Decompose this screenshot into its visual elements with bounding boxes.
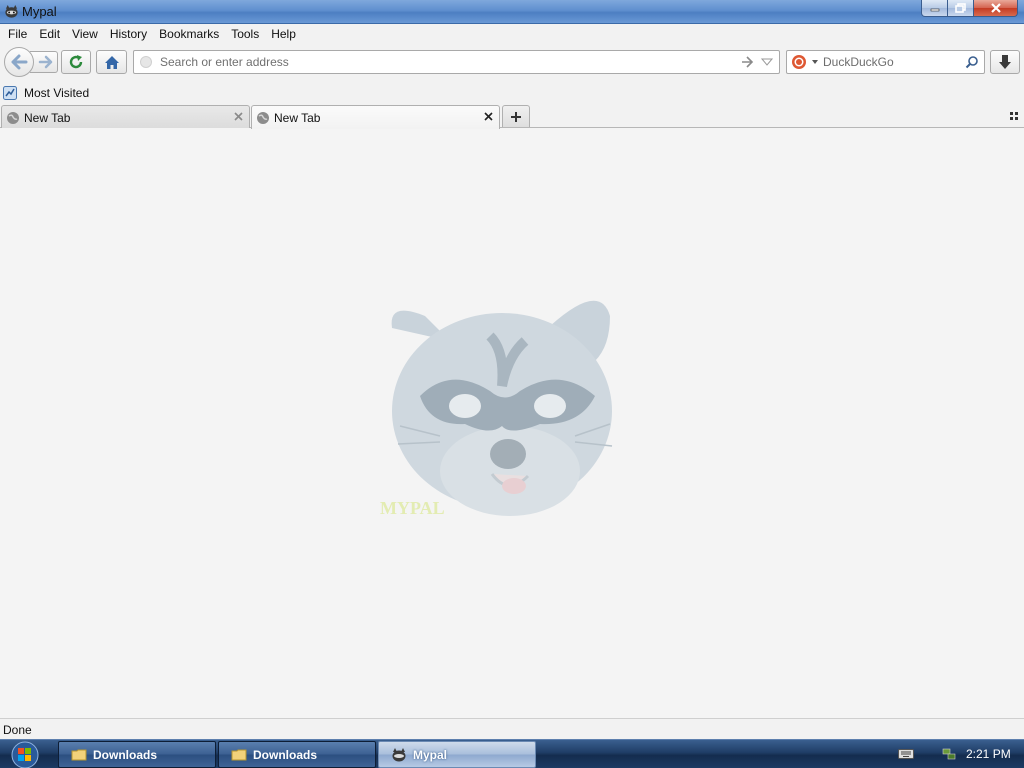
- globe-icon: [7, 112, 19, 124]
- taskbar-label: Downloads: [253, 747, 318, 762]
- mypal-app-icon: [392, 747, 406, 761]
- keyboard-icon[interactable]: [898, 748, 914, 760]
- close-icon: [483, 111, 493, 121]
- search-bar: [786, 50, 985, 74]
- site-identity-icon[interactable]: [140, 56, 152, 68]
- go-arrow-icon[interactable]: [741, 55, 755, 69]
- restore-icon: [955, 3, 966, 13]
- folder-icon: [71, 749, 87, 760]
- title-bar: Mypal: [0, 0, 1024, 24]
- tab-label: New Tab: [24, 111, 71, 125]
- window-title: Mypal: [22, 4, 57, 19]
- tab-new-tab-1[interactable]: New Tab: [1, 105, 250, 128]
- tab-strip: New Tab New Tab: [0, 104, 1024, 129]
- taskbar-downloads-2[interactable]: Downloads: [218, 741, 376, 768]
- start-button[interactable]: [6, 740, 44, 768]
- tab-close-button[interactable]: [231, 109, 245, 123]
- downloads-button[interactable]: [990, 50, 1020, 74]
- network-icon[interactable]: [941, 746, 957, 762]
- most-visited-folder-icon: [3, 86, 17, 100]
- mypal-app-icon: [5, 4, 18, 18]
- globe-icon: [257, 112, 269, 124]
- minimize-icon: [930, 8, 939, 12]
- raccoon-logo-icon: MYPAL: [380, 300, 613, 518]
- new-tab-button[interactable]: [502, 105, 530, 127]
- navigation-toolbar: [0, 44, 1024, 82]
- reload-button[interactable]: [61, 50, 91, 74]
- bookmark-most-visited[interactable]: Most Visited: [3, 84, 89, 102]
- home-icon: [104, 55, 119, 69]
- plus-icon: [511, 111, 521, 122]
- menu-help[interactable]: Help: [265, 24, 302, 44]
- folder-icon: [231, 749, 247, 760]
- menu-view[interactable]: View: [66, 24, 104, 44]
- menu-edit[interactable]: Edit: [33, 24, 66, 44]
- back-forward-group: [4, 47, 58, 77]
- home-button[interactable]: [96, 50, 127, 74]
- back-button[interactable]: [4, 47, 34, 77]
- download-arrow-icon: [999, 55, 1011, 69]
- close-icon: [233, 111, 243, 121]
- close-window-button[interactable]: [974, 0, 1018, 17]
- minimize-button[interactable]: [921, 0, 948, 17]
- mypal-wordmark: MYPAL: [380, 498, 445, 518]
- status-bar: Done: [0, 718, 1024, 739]
- taskbar-downloads-1[interactable]: Downloads: [58, 741, 216, 768]
- bookmark-label: Most Visited: [24, 86, 90, 100]
- forward-button[interactable]: [30, 51, 58, 73]
- url-input[interactable]: [160, 54, 720, 70]
- back-arrow-icon: [11, 54, 28, 70]
- taskbar: Downloads Downloads Mypal 2:21 PM: [0, 739, 1024, 768]
- menu-bookmarks[interactable]: Bookmarks: [153, 24, 225, 44]
- forward-arrow-icon: [38, 55, 52, 69]
- url-dropdown-icon[interactable]: [761, 57, 773, 67]
- page-content: MYPAL: [0, 128, 1024, 718]
- tab-groups-icon[interactable]: [1008, 110, 1020, 122]
- taskbar-label: Downloads: [93, 747, 158, 762]
- menu-history[interactable]: History: [104, 24, 153, 44]
- taskbar-mypal[interactable]: Mypal: [378, 741, 536, 768]
- menu-bar: File Edit View History Bookmarks Tools H…: [0, 24, 1024, 44]
- menu-file[interactable]: File: [2, 24, 33, 44]
- close-icon: [990, 3, 1001, 13]
- taskbar-label: Mypal: [413, 747, 448, 762]
- status-text: Done: [3, 723, 32, 737]
- search-icon[interactable]: [965, 55, 979, 69]
- restore-button[interactable]: [948, 0, 974, 17]
- tab-label: New Tab: [274, 111, 321, 125]
- window-controls: [921, 0, 1018, 17]
- tab-new-tab-2[interactable]: New Tab: [251, 105, 500, 129]
- search-input[interactable]: [823, 54, 958, 70]
- url-bar: [133, 50, 780, 74]
- reload-icon: [69, 55, 83, 69]
- taskbar-clock[interactable]: 2:21 PM: [966, 747, 1011, 761]
- duckduckgo-engine-icon[interactable]: [791, 54, 821, 70]
- bookmarks-toolbar: Most Visited: [0, 82, 1024, 104]
- tab-close-button[interactable]: [481, 109, 495, 123]
- menu-tools[interactable]: Tools: [225, 24, 265, 44]
- windows-logo-icon: [11, 741, 39, 768]
